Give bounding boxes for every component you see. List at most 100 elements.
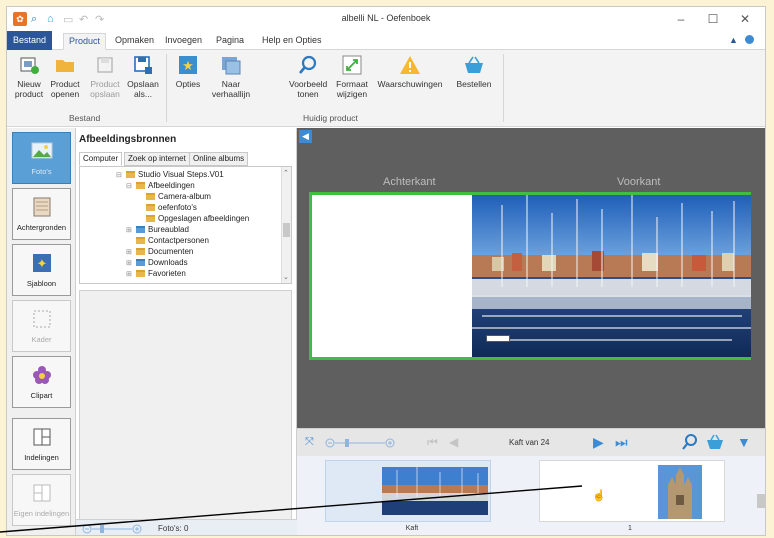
help-icon[interactable] [745, 35, 754, 44]
tool-frame[interactable]: Kader [12, 300, 71, 352]
next-page-icon[interactable]: ▶ [593, 434, 604, 451]
save-as-label2: als... [134, 89, 152, 99]
tool-layouts[interactable]: Indelingen [12, 418, 71, 470]
hand-cursor-icon: ☝ [592, 490, 606, 502]
tool-label: Kader [31, 335, 52, 344]
svg-text:★: ★ [182, 59, 194, 74]
thumbnail-photo [382, 467, 488, 515]
folder-icon [146, 215, 155, 222]
maximize-button[interactable]: ☐ [699, 9, 727, 29]
ribbon-divider [503, 54, 504, 122]
photo-preview-area[interactable] [79, 290, 292, 526]
save-product-button[interactable]: Product opslaan [87, 54, 123, 99]
ribbon-divider [166, 54, 167, 122]
tool-own-layouts[interactable]: Eigen indelingen [12, 474, 71, 526]
preview-label2: tonen [297, 89, 319, 99]
tree-item-label: Downloads [148, 258, 188, 267]
warnings-button[interactable]: Waarschuwingen [375, 54, 445, 89]
close-button[interactable]: ✕ [731, 9, 759, 29]
new-product-button[interactable]: Nieuw product [13, 54, 45, 99]
thumbnail-cover[interactable] [325, 460, 491, 522]
search-icon[interactable] [681, 433, 699, 453]
back-cover-label: Achterkant [383, 176, 436, 188]
storyline-icon [220, 54, 242, 76]
tree-item-label: Afbeeldingen [148, 181, 195, 190]
zoom-slider[interactable] [82, 524, 142, 534]
tab-help-en-opties[interactable]: Help en Opties [257, 33, 327, 50]
save-as-button[interactable]: Opslaan als... [125, 54, 161, 99]
scroll-down-icon[interactable]: ⌄ [283, 273, 289, 281]
work-area[interactable]: ◀ Achterkant Voorkant [297, 128, 765, 428]
tab-opmaken[interactable]: Opmaken [110, 33, 159, 50]
tree-item[interactable]: ⊞ Bureaublad [126, 225, 189, 234]
thumbnail-page-1[interactable]: ☝ [539, 460, 725, 522]
basket-icon[interactable] [705, 433, 725, 453]
last-page-icon[interactable]: ⏭ [615, 434, 628, 451]
save-icon [94, 54, 116, 76]
tree-item[interactable]: ⊞ Downloads [126, 258, 188, 267]
tab-invoegen[interactable]: Invoegen [160, 33, 207, 50]
subtab-online-albums[interactable]: Online albums [189, 152, 249, 166]
fit-screen-icon[interactable]: ⤧ [305, 436, 314, 449]
thumbnail-label: 1 [628, 525, 632, 532]
tree-item[interactable]: Camera-album [146, 192, 211, 201]
back-cover[interactable] [312, 195, 472, 357]
tree-scrollbar[interactable]: ⌃ ⌄ [281, 167, 291, 283]
tree-item[interactable]: Opgeslagen afbeeldingen [146, 214, 249, 223]
collapse-panel-button[interactable]: ◀ [299, 130, 312, 143]
tree-item[interactable]: oefenfoto's [146, 203, 197, 212]
storyline-button[interactable]: Naar verhaallijn [209, 54, 253, 99]
tab-pagina[interactable]: Pagina [211, 33, 249, 50]
folder-tree[interactable]: ⊟ Studio Visual Steps.V01 ⊟ Afbeeldingen C… [79, 166, 292, 284]
tree-item[interactable]: ⊞ Favorieten [126, 269, 186, 278]
thumbnails-scroll-thumb[interactable] [757, 494, 765, 508]
scroll-up-icon[interactable]: ⌃ [283, 169, 289, 177]
tree-item[interactable]: Contactpersonen [136, 236, 209, 245]
expand-icon: ⊞ [126, 259, 132, 267]
collapse-ribbon-icon[interactable]: ▲ [729, 35, 738, 45]
options-button[interactable]: ★ Opties [171, 54, 205, 89]
tool-clipart[interactable]: Clipart [12, 356, 71, 408]
resize-label1: Formaat [336, 79, 368, 89]
page-zoom-slider[interactable] [325, 438, 395, 448]
save-as-label1: Opslaan [127, 79, 159, 89]
options-star-icon: ★ [177, 54, 199, 76]
subtab-computer[interactable]: Computer [79, 152, 123, 166]
tree-item[interactable]: ⊞ Documenten [126, 247, 193, 256]
svg-text:✦: ✦ [36, 257, 47, 272]
tree-item-label: Studio Visual Steps.V01 [138, 170, 224, 179]
resize-icon [341, 54, 363, 76]
front-cover-label: Voorkant [617, 176, 661, 188]
chevron-down-icon[interactable]: ▼ [737, 434, 751, 450]
tree-item-label: oefenfoto's [158, 203, 197, 212]
previous-page-icon[interactable]: ◀ [449, 435, 458, 449]
folder-open-icon [54, 54, 76, 76]
backgrounds-icon [33, 197, 50, 217]
own-layouts-icon [33, 484, 50, 502]
minimize-button[interactable]: – [667, 9, 695, 29]
tool-photos[interactable]: Foto's [12, 132, 71, 184]
tree-item[interactable]: ⊟ Afbeeldingen [126, 181, 195, 190]
tree-item-label: Bureaublad [148, 225, 189, 234]
preview-label1: Voorbeeld [289, 79, 328, 89]
open-product-button[interactable]: Product openen [47, 54, 83, 99]
search-icon [297, 54, 319, 76]
window-title: albelli NL - Oefenboek [341, 13, 431, 23]
front-cover-photo[interactable] [472, 195, 751, 357]
folder-icon [146, 193, 155, 200]
tab-product[interactable]: Product [63, 33, 107, 50]
app-window: ✿ ⌕ ⌂ ▭ ↶ ↷ albelli NL - Oefenboek – ☐ ✕… [6, 6, 766, 536]
scroll-thumb[interactable] [283, 223, 290, 237]
preview-button[interactable]: Voorbeeld tonen [289, 54, 327, 99]
tree-item[interactable]: ⊟ Studio Visual Steps.V01 [116, 170, 224, 179]
tool-backgrounds[interactable]: Achtergronden [12, 188, 71, 240]
folder-icon [136, 270, 145, 277]
subtab-internet[interactable]: Zoek op internet [124, 152, 190, 166]
tab-bestand[interactable]: Bestand [7, 31, 53, 50]
expand-icon: ⊟ [126, 182, 132, 190]
first-page-icon[interactable]: ⏮ [427, 435, 438, 450]
resize-button[interactable]: Formaat wijzigen [333, 54, 371, 99]
cover-spread[interactable] [309, 192, 751, 360]
order-button[interactable]: Bestellen [449, 54, 499, 89]
tool-template[interactable]: ✦ Sjabloon [12, 244, 71, 296]
